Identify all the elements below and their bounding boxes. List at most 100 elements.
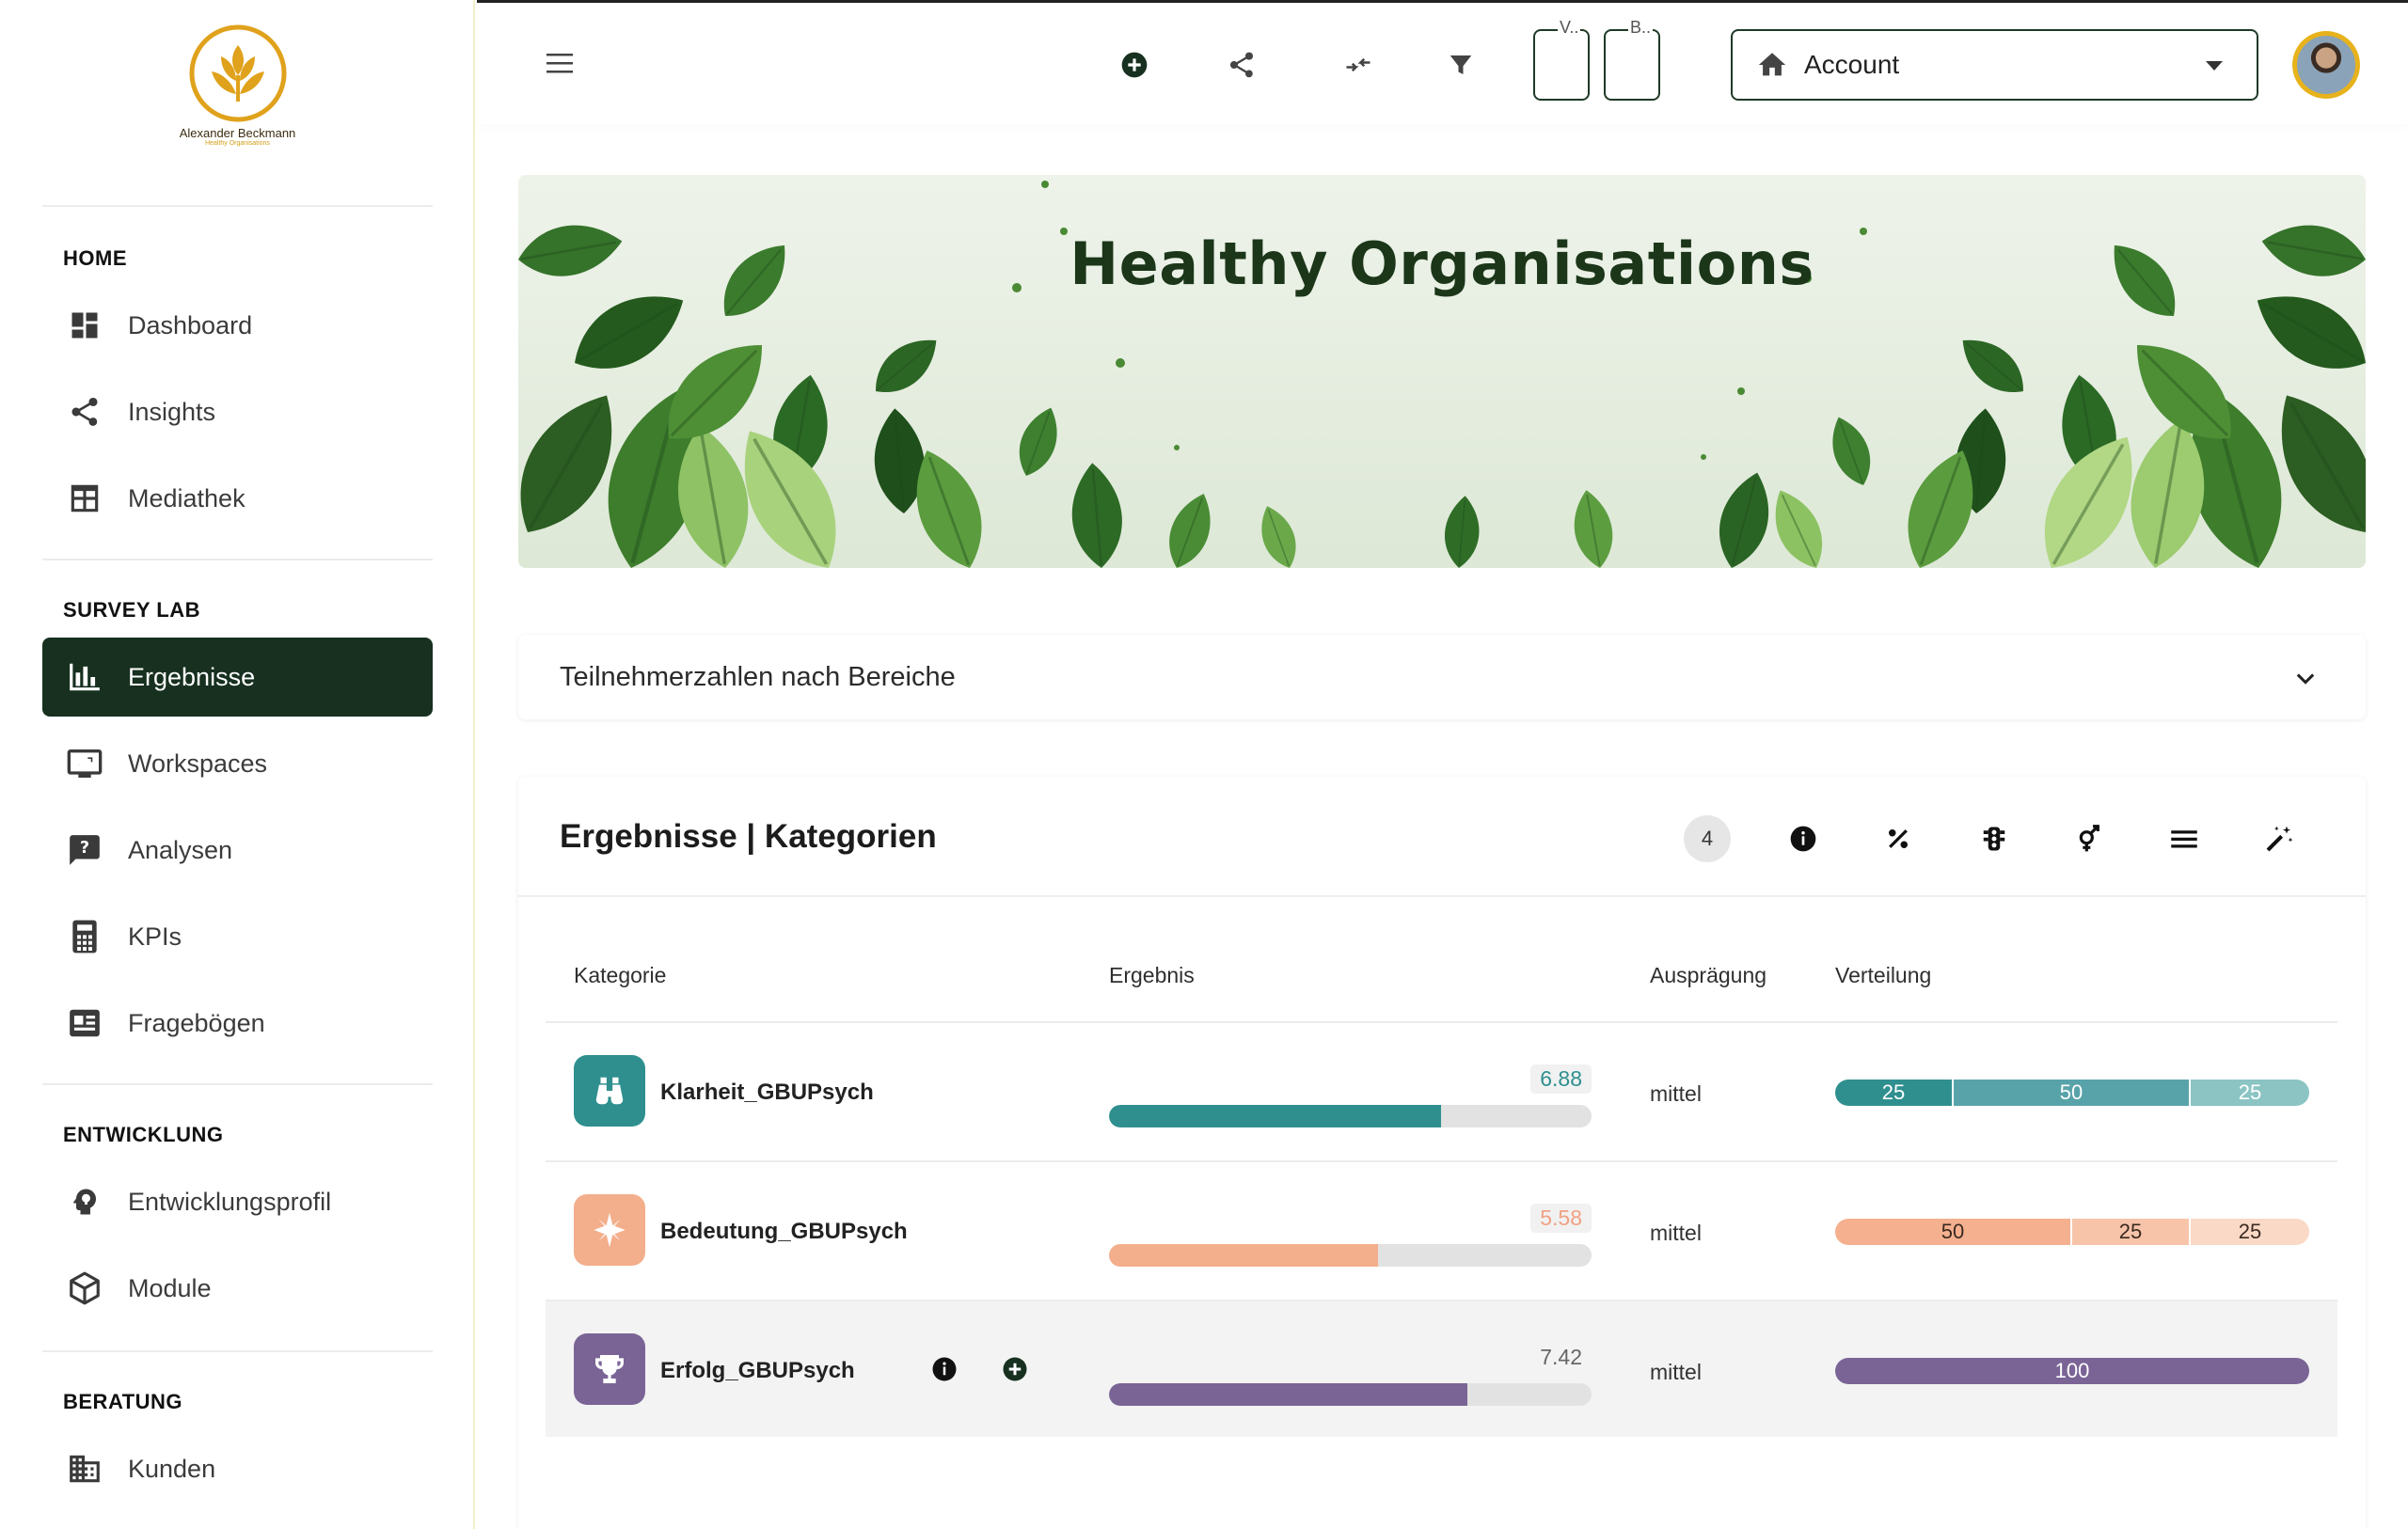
menu-icon[interactable] <box>2165 820 2203 858</box>
sidebar-item-label: Workspaces <box>128 749 268 778</box>
distribution-segment[interactable]: 50 <box>1954 1080 2191 1106</box>
building-icon <box>66 1450 103 1488</box>
category-name: Erfolg_GBUPsych <box>660 1358 855 1383</box>
add-circle-icon[interactable] <box>1116 46 1153 84</box>
sidebar-item-dashboard[interactable]: Dashboard <box>42 286 433 365</box>
score-badge: 7.42 <box>1540 1345 1582 1369</box>
distribution-bar[interactable]: 50 25 25 <box>1835 1219 2309 1245</box>
sidebar-item-label: KPIs <box>128 922 182 951</box>
section-title-survey-lab: SURVEY LAB <box>63 598 201 622</box>
sidebar-item-mediathek[interactable]: Mediathek <box>42 459 433 538</box>
column-header-verteilung[interactable]: Verteilung <box>1835 963 1931 988</box>
sidebar-item-module[interactable]: Module <box>42 1249 433 1328</box>
head-bulb-icon <box>66 1183 103 1221</box>
table-row[interactable]: Bedeutung_GBUPsych 5.58 mittel 50 25 25 <box>546 1162 2337 1298</box>
binoculars-icon <box>574 1055 645 1127</box>
sidebar-item-label: Ergebnisse <box>128 662 256 691</box>
sidebar-item-analysen[interactable]: ? Analysen <box>42 811 433 890</box>
category-name: Bedeutung_GBUPsych <box>660 1219 908 1244</box>
sidebar-item-label: Kunden <box>128 1454 216 1483</box>
dashboard-icon <box>66 307 103 344</box>
banner-title: Healthy Organisations <box>1069 229 1814 298</box>
distribution-segment[interactable]: 25 <box>2191 1219 2309 1245</box>
count-badge[interactable]: 4 <box>1684 815 1731 862</box>
sidebar-item-label: Analysen <box>128 835 233 864</box>
hamburger-menu-icon[interactable] <box>545 50 590 84</box>
table-row[interactable]: Erfolg_GBUPsych 7.42 mittel 100 <box>546 1301 2337 1437</box>
sidebar-divider <box>42 1083 433 1085</box>
distribution-bar[interactable]: 25 50 25 <box>1835 1080 2309 1106</box>
avatar-photo <box>2297 36 2355 94</box>
distribution-segment[interactable]: 25 <box>1835 1080 1954 1106</box>
share-icon[interactable] <box>1223 46 1260 84</box>
column-header-auspraegung[interactable]: Ausprägung <box>1650 963 1766 988</box>
cube-icon <box>66 1269 103 1307</box>
trophy-icon <box>574 1333 645 1405</box>
wheat-logo-icon <box>189 24 286 122</box>
chevron-down-icon <box>2206 61 2223 71</box>
sidebar-item-insights[interactable]: Insights <box>42 372 433 451</box>
sidebar-item-label: Mediathek <box>128 483 246 512</box>
column-header-kategorie[interactable]: Kategorie <box>574 963 666 988</box>
distribution-bar[interactable]: 100 <box>1835 1358 2309 1384</box>
top-bar: V.. B.. Account <box>477 0 2408 124</box>
question-chat-icon: ? <box>66 831 103 869</box>
sidebar-item-entwicklungsprofil[interactable]: Entwicklungsprofil <box>42 1162 433 1241</box>
sidebar-divider <box>42 1350 433 1352</box>
share-icon <box>66 393 103 431</box>
add-circle-icon[interactable] <box>1000 1354 1030 1384</box>
category-name: Klarheit_GBUPsych <box>660 1080 874 1105</box>
table-icon <box>66 480 103 517</box>
compress-icon[interactable] <box>1339 46 1377 84</box>
magic-wand-icon[interactable] <box>2260 820 2298 858</box>
result-bar <box>1109 1383 1592 1406</box>
calculator-icon <box>66 918 103 955</box>
sidebar-item-workspaces[interactable]: Workspaces <box>42 724 433 803</box>
account-select-value: Account <box>1804 50 1900 79</box>
sidebar-item-frageboegen[interactable]: Fragebögen <box>42 984 433 1063</box>
sidebar-item-label: Fragebögen <box>128 1008 265 1037</box>
brand-subtitle: Healthy Organisations <box>205 140 270 147</box>
distribution-segment[interactable]: 100 <box>1835 1358 2309 1384</box>
filter-field-b[interactable]: B.. <box>1604 18 1660 101</box>
column-header-ergebnis[interactable]: Ergebnis <box>1109 963 1195 988</box>
svg-text:?: ? <box>80 839 89 858</box>
section-title-beratung: BERATUNG <box>63 1390 183 1413</box>
sidebar-item-label: Module <box>128 1273 212 1302</box>
distribution-segment[interactable]: 25 <box>2191 1080 2309 1106</box>
info-icon[interactable] <box>1784 820 1822 858</box>
avatar[interactable] <box>2292 31 2360 99</box>
chevron-down-icon <box>2296 673 2315 685</box>
newspaper-icon <box>66 1004 103 1042</box>
score-badge: 5.58 <box>1530 1204 1592 1233</box>
distribution-segment[interactable]: 50 <box>1835 1219 2072 1245</box>
home-icon <box>1758 53 1786 76</box>
participants-accordion[interactable]: Teilnehmerzahlen nach Bereiche <box>518 635 2366 719</box>
percent-icon[interactable] <box>1879 820 1917 858</box>
auspraegung-value: mittel <box>1650 1221 1702 1245</box>
result-bar <box>1109 1105 1592 1127</box>
monitor-icon <box>66 745 103 782</box>
sidebar: Alexander Beckmann Healthy Organisations… <box>0 0 475 1529</box>
accordion-label: Teilnehmerzahlen nach Bereiche <box>560 661 956 692</box>
result-bar-fill <box>1109 1244 1379 1267</box>
gender-icon[interactable] <box>2070 820 2108 858</box>
sidebar-divider <box>42 205 433 207</box>
sidebar-item-kunden[interactable]: Kunden <box>42 1429 433 1508</box>
filter-field-v[interactable]: V.. <box>1533 18 1590 101</box>
traffic-light-icon[interactable] <box>1975 820 2013 858</box>
result-bar-fill <box>1109 1383 1467 1406</box>
table-row[interactable]: Klarheit_GBUPsych 6.88 mittel 25 50 25 <box>546 1023 2337 1159</box>
distribution-segment[interactable]: 25 <box>2072 1219 2191 1245</box>
result-bar-fill <box>1109 1105 1441 1127</box>
info-icon[interactable] <box>929 1354 959 1384</box>
auspraegung-value: mittel <box>1650 1360 1702 1384</box>
sidebar-divider <box>42 559 433 560</box>
sidebar-item-kpis[interactable]: KPIs <box>42 897 433 976</box>
sidebar-item-label: Dashboard <box>128 310 253 339</box>
brand-logo[interactable]: Alexander Beckmann Healthy Organisations <box>169 24 306 156</box>
sidebar-item-ergebnisse[interactable]: Ergebnisse <box>42 638 433 717</box>
filter-icon[interactable] <box>1442 46 1480 84</box>
sidebar-item-label: Entwicklungsprofil <box>128 1187 332 1216</box>
account-select[interactable]: Account <box>1731 29 2258 101</box>
